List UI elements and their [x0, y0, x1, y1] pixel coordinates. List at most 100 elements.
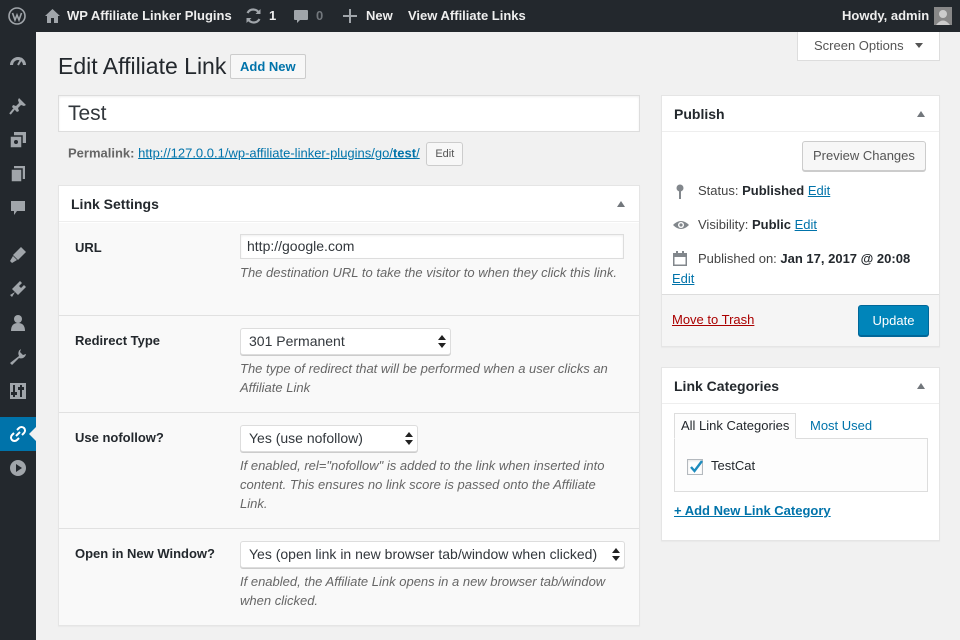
chevron-down-icon	[915, 43, 923, 48]
menu-collapse[interactable]	[0, 451, 36, 485]
add-new-category-link[interactable]: + Add New Link Category	[674, 503, 831, 518]
admin-bar: WP Affiliate Linker Plugins 1 0 New View…	[0, 0, 960, 32]
redirect-type-row: Redirect Type 301 Permanent The type of …	[59, 316, 639, 413]
collapse-arrow-icon[interactable]	[617, 201, 625, 207]
affiliate-link-icon	[9, 425, 27, 443]
redirect-type-label: Redirect Type	[75, 333, 161, 348]
move-to-trash-link[interactable]: Move to Trash	[672, 312, 754, 327]
link-categories-header[interactable]: Link Categories	[662, 368, 939, 404]
select-arrows-icon	[405, 432, 413, 446]
permalink: Permalink: http://127.0.0.1/wp-affiliate…	[68, 142, 464, 166]
tab-most-used[interactable]: Most Used	[803, 413, 879, 439]
comments-count: 0	[316, 8, 324, 23]
url-input[interactable]: http://google.com	[240, 234, 624, 259]
home-icon	[44, 8, 61, 24]
menu-dashboard[interactable]	[0, 44, 36, 78]
update-button[interactable]: Update	[858, 305, 929, 336]
nofollow-label: Use nofollow?	[75, 430, 164, 445]
url-description: The destination URL to take the visitor …	[240, 265, 617, 280]
updates-count: 1	[269, 8, 277, 23]
permalink-base: http://127.0.0.1/wp-affiliate-linker-plu…	[138, 145, 393, 161]
screen-options-label: Screen Options	[814, 38, 904, 53]
published-on-line: Published on: Jan 17, 2017 @ 20:08 Edit	[672, 249, 932, 289]
new-window-value: Yes (open link in new browser tab/window…	[249, 546, 598, 562]
nofollow-select[interactable]: Yes (use nofollow)	[240, 425, 418, 452]
page-title: Edit Affiliate Link	[58, 53, 227, 79]
users-icon	[11, 315, 25, 331]
comments-icon[interactable]	[293, 9, 309, 25]
play-icon	[10, 460, 26, 476]
menu-settings[interactable]	[0, 374, 36, 408]
permalink-link[interactable]: http://127.0.0.1/wp-affiliate-linker-plu…	[138, 145, 420, 160]
updates-icon[interactable]	[244, 7, 263, 25]
collapse-arrow-icon[interactable]	[917, 111, 925, 117]
menu-affiliate-links[interactable]	[0, 417, 36, 451]
screen-options-button[interactable]: Screen Options	[797, 32, 940, 61]
new-window-description: If enabled, the Affiliate Link opens in …	[240, 574, 606, 608]
view-affiliate-links-link[interactable]: View Affiliate Links	[408, 0, 526, 32]
plus-icon[interactable]	[343, 9, 357, 23]
category-checkbox[interactable]	[687, 459, 703, 475]
link-settings-title: Link Settings	[71, 196, 159, 212]
wordpress-logo-icon[interactable]	[8, 7, 26, 25]
settings-icon	[10, 383, 26, 399]
plugins-icon	[10, 281, 26, 297]
select-arrows-icon	[612, 548, 620, 562]
link-categories-title: Link Categories	[674, 378, 780, 394]
redirect-type-select[interactable]: 301 Permanent	[240, 328, 451, 355]
eye-icon	[672, 217, 690, 239]
published-on-value: Jan 17, 2017 @ 20:08	[780, 251, 911, 266]
visibility-label: Visibility:	[698, 217, 749, 232]
menu-users[interactable]	[0, 306, 36, 340]
site-name-link[interactable]: WP Affiliate Linker Plugins	[67, 0, 232, 32]
menu-comments[interactable]	[0, 191, 36, 225]
category-name: TestCat	[711, 458, 756, 473]
menu-media[interactable]	[0, 123, 36, 157]
menu-appearance[interactable]	[0, 238, 36, 272]
link-settings-header[interactable]: Link Settings	[59, 186, 639, 222]
admin-side-menu	[0, 32, 36, 640]
media-icon	[9, 132, 26, 149]
select-arrows-icon	[438, 335, 446, 349]
howdy-account-link[interactable]: Howdy, admin	[842, 0, 929, 32]
nofollow-row: Use nofollow? Yes (use nofollow) If enab…	[59, 413, 639, 529]
collapse-arrow-icon[interactable]	[917, 383, 925, 389]
link-categories-box: Link Categories All Link Categories Most…	[661, 367, 940, 541]
comments-icon	[11, 201, 25, 215]
menu-plugins[interactable]	[0, 272, 36, 306]
add-new-button[interactable]: Add New	[230, 54, 306, 79]
edit-visibility-link[interactable]: Edit	[795, 217, 817, 232]
url-label: URL	[75, 240, 102, 255]
edit-status-link[interactable]: Edit	[808, 183, 830, 198]
publish-header[interactable]: Publish	[662, 96, 939, 132]
status-label: Status:	[698, 183, 739, 198]
current-menu-arrow	[29, 427, 36, 441]
edit-date-link[interactable]: Edit	[672, 269, 694, 289]
post-title-input[interactable]: Test	[58, 95, 640, 132]
permalink-trailing-slash: /	[416, 145, 420, 161]
pin-icon	[9, 98, 26, 115]
published-on-label: Published on:	[698, 251, 777, 266]
publish-box: Publish Preview Changes Status: Publishe…	[661, 95, 940, 347]
checkmark-icon	[690, 460, 703, 473]
permalink-slug: test	[392, 145, 417, 161]
new-content-link[interactable]: New	[366, 0, 393, 32]
edit-slug-button[interactable]: Edit	[426, 142, 464, 166]
redirect-type-description: The type of redirect that will be perfor…	[240, 361, 608, 395]
publish-actions: Move to Trash Update	[662, 294, 939, 346]
menu-posts[interactable]	[0, 89, 36, 123]
link-settings-box: Link Settings URL http://google.com The …	[58, 185, 640, 626]
new-window-select[interactable]: Yes (open link in new browser tab/window…	[240, 541, 625, 568]
url-row: URL http://google.com The destination UR…	[59, 223, 639, 316]
category-checklist: TestCat	[674, 438, 928, 492]
publish-title: Publish	[674, 106, 725, 122]
appearance-icon	[10, 247, 26, 263]
status-value: Published	[742, 183, 805, 198]
avatar[interactable]	[934, 7, 952, 25]
tab-all-link-categories[interactable]: All Link Categories	[674, 413, 797, 439]
tools-icon	[10, 349, 26, 365]
menu-pages[interactable]	[0, 157, 36, 191]
pages-icon	[10, 166, 25, 183]
menu-tools[interactable]	[0, 340, 36, 374]
preview-changes-button[interactable]: Preview Changes	[802, 141, 926, 171]
